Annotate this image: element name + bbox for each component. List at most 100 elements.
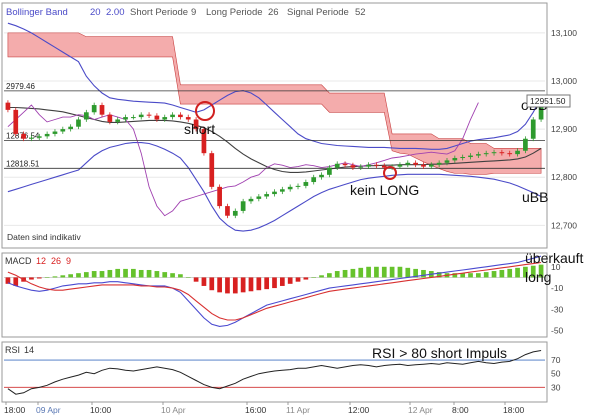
- candle-body: [154, 115, 160, 120]
- candle-body: [272, 191, 277, 195]
- candle-body: [240, 201, 246, 211]
- candle-body: [507, 153, 513, 155]
- macd-histogram-bar: [515, 267, 520, 278]
- macd-histogram-bar: [366, 266, 371, 278]
- macd-histogram-bar: [264, 277, 270, 290]
- macd-histogram-bar: [358, 267, 364, 278]
- rsi-tick-label: 70: [551, 355, 561, 365]
- annotation-ueberkauft: überkauft: [525, 250, 583, 266]
- macd-histogram-bar: [272, 277, 277, 289]
- macd-histogram-bar: [374, 266, 379, 278]
- macd-panel: 10-10-30-50 MACD 12 26 9 überkauft long: [1, 250, 583, 338]
- annotation-kein-long: kein LONG: [350, 182, 419, 198]
- macd-histogram-bar: [209, 277, 215, 291]
- x-tick-label: 12:00: [348, 405, 370, 415]
- indicator-bollinger-period: 20: [90, 7, 101, 18]
- macd-param-signal: 9: [66, 256, 71, 266]
- x-tick-label: 8:00: [452, 405, 469, 415]
- macd-histogram-bar: [397, 266, 403, 278]
- macd-histogram-bar: [256, 277, 262, 291]
- candle-body: [405, 162, 411, 165]
- candle-body: [499, 152, 505, 154]
- candle-body: [264, 194, 270, 197]
- indicator-signal-label: Signal Periode: [287, 7, 349, 18]
- candle-body: [115, 119, 121, 122]
- x-tick-label: 18:00: [4, 405, 26, 415]
- candle-body: [366, 164, 371, 167]
- candle-body: [146, 114, 152, 116]
- macd-histogram-bar: [193, 277, 199, 282]
- macd-label: MACD: [5, 256, 32, 266]
- candle-body: [327, 167, 332, 175]
- candle-body: [76, 119, 81, 127]
- x-tick-label: 12 Apr: [408, 405, 433, 415]
- indicator-bollinger-name: Bollinger Band: [6, 7, 68, 18]
- candle-body: [5, 102, 11, 110]
- candle-body: [334, 163, 340, 168]
- macd-tick-label: -50: [551, 326, 564, 336]
- macd-histogram-bar: [185, 277, 191, 278]
- candle-body: [83, 112, 89, 120]
- candle-body: [248, 198, 254, 202]
- annotation-long: long: [525, 269, 551, 285]
- macd-histogram-bar: [201, 277, 207, 286]
- macd-histogram-bar: [421, 269, 426, 278]
- macd-histogram-bar: [295, 277, 301, 282]
- candle-body: [358, 166, 364, 168]
- macd-histogram-bar: [60, 275, 66, 278]
- macd-histogram-bar: [44, 277, 50, 278]
- candle-body: [381, 165, 387, 168]
- candle-body: [491, 152, 497, 154]
- candle-body: [13, 109, 19, 134]
- macd-histogram-bar: [240, 277, 246, 293]
- candle-body: [468, 155, 473, 158]
- macd-histogram-bar: [327, 273, 332, 278]
- macd-histogram-bar: [217, 277, 222, 293]
- candle-body: [436, 162, 442, 165]
- macd-histogram-bar: [123, 268, 128, 278]
- candle-body: [107, 114, 113, 122]
- macd-histogram-bar: [287, 277, 293, 284]
- candle-body: [68, 126, 73, 130]
- candle-body: [279, 189, 285, 192]
- candle-body: [131, 117, 136, 119]
- macd-histogram-bar: [83, 272, 89, 278]
- rsi-label: RSI: [5, 345, 20, 355]
- macd-histogram-bar: [107, 269, 113, 278]
- level-label: 12818.51: [6, 159, 40, 168]
- rsi-period: 14: [24, 345, 34, 355]
- x-tick-label: 16:00: [245, 405, 267, 415]
- macd-histogram-bar: [162, 272, 168, 278]
- candle-body: [256, 196, 262, 199]
- macd-histogram-bar: [303, 277, 309, 280]
- candle-body: [29, 137, 34, 139]
- macd-histogram-bar: [507, 268, 513, 278]
- macd-histogram-bar: [381, 266, 387, 278]
- price-tick-label: 12,800: [551, 172, 577, 182]
- candle-body: [178, 114, 183, 118]
- macd-histogram-bar: [91, 271, 97, 278]
- macd-histogram-bar: [170, 273, 175, 278]
- indicator-bollinger-dev: 2.00: [106, 7, 125, 18]
- macd-histogram-bar: [225, 277, 230, 294]
- macd-histogram-bar: [468, 273, 473, 278]
- indicator-short-label: Short Periode: [130, 7, 188, 18]
- candle-body: [374, 164, 379, 166]
- candle-body: [91, 105, 97, 113]
- x-tick-label: 09 Apr: [36, 405, 61, 415]
- candle-body: [225, 206, 230, 216]
- x-tick-label: 11 Apr: [286, 405, 310, 415]
- candle-body: [99, 105, 105, 115]
- price-tick-label: 13,000: [551, 76, 577, 86]
- macd-histogram-bar: [232, 277, 238, 294]
- macd-histogram-bar: [76, 273, 81, 278]
- candle-body: [530, 119, 536, 139]
- candle-body: [413, 162, 418, 165]
- x-tick-label: 10:00: [90, 405, 112, 415]
- indicator-short-value: 9: [191, 7, 196, 18]
- candle-body: [209, 153, 215, 187]
- candle-body: [170, 114, 175, 118]
- candle-body: [444, 160, 450, 163]
- macd-tick-label: -10: [551, 283, 564, 293]
- candle-body: [428, 164, 434, 167]
